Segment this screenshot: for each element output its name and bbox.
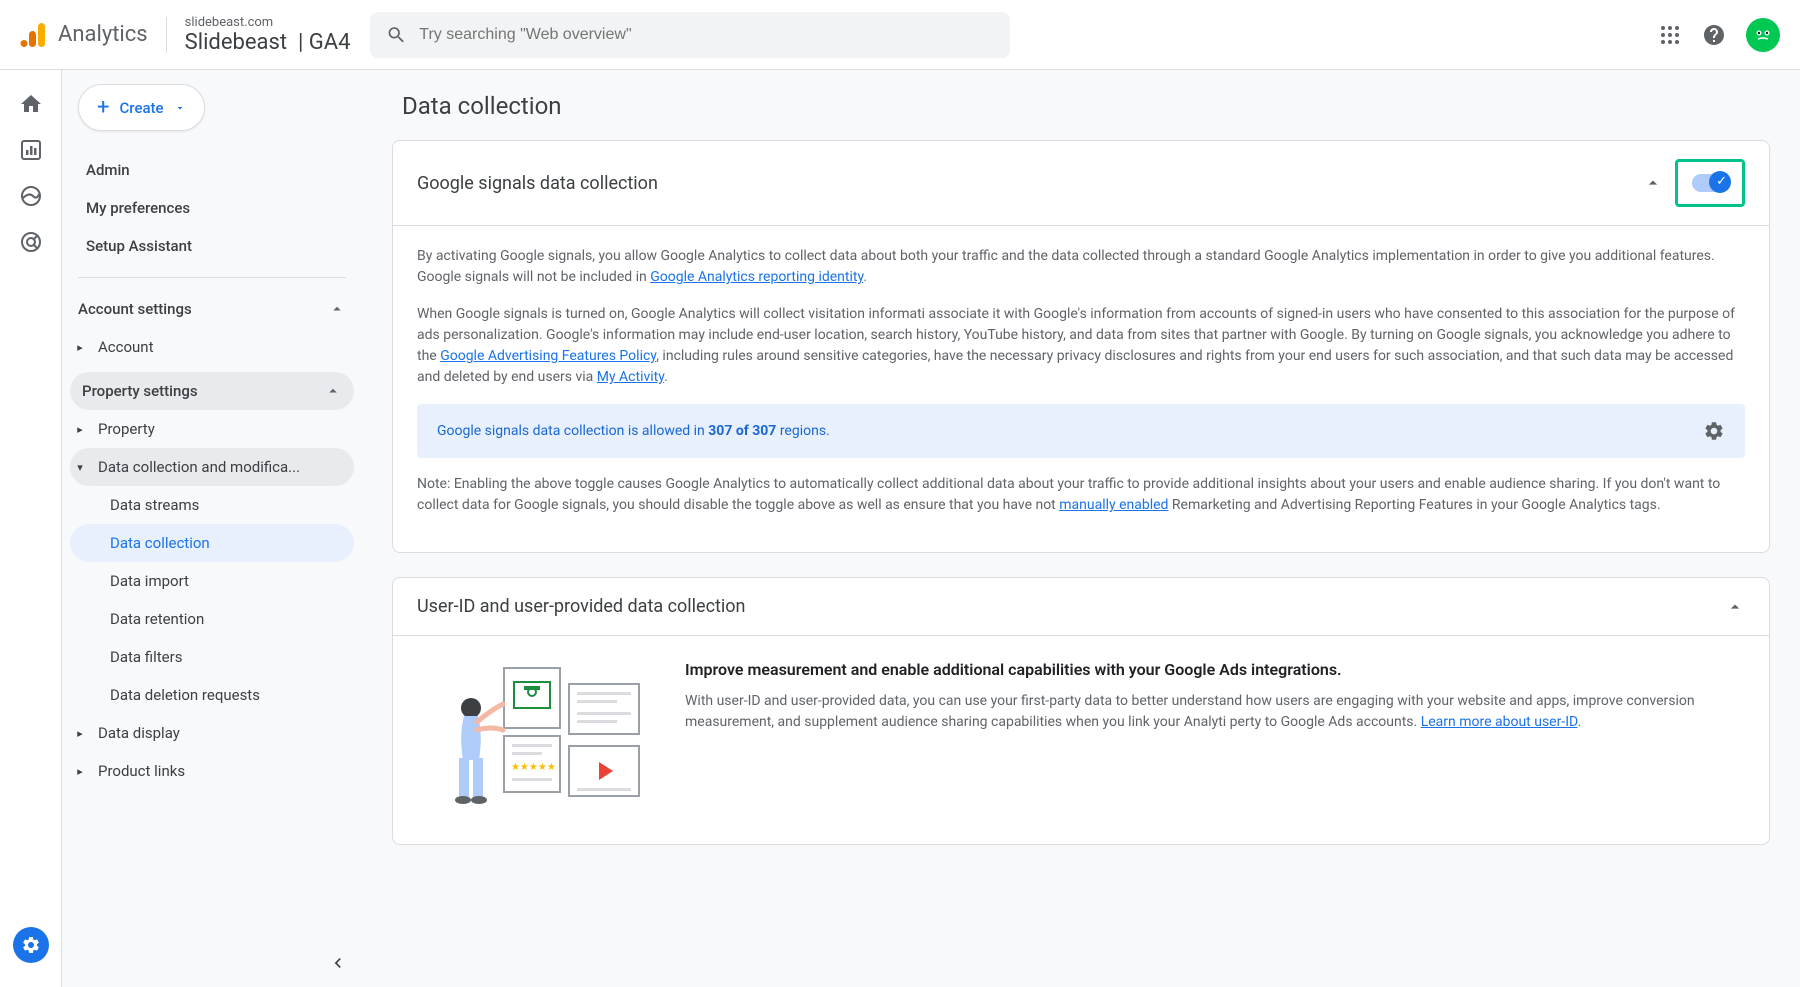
sidebar-data-deletion[interactable]: Data deletion requests <box>70 676 354 714</box>
arrow-right-icon: ▸ <box>70 765 90 778</box>
sidebar-divider <box>78 277 346 278</box>
product-name: Analytics <box>58 22 148 47</box>
search-box[interactable] <box>370 12 1010 58</box>
search-icon <box>386 24 407 46</box>
arrow-down-icon: ▾ <box>70 461 90 474</box>
sidebar-data-retention[interactable]: Data retention <box>70 600 354 638</box>
logo-section[interactable]: Analytics <box>20 21 148 49</box>
reports-icon[interactable] <box>19 138 43 162</box>
analytics-logo-icon <box>20 21 48 49</box>
arrow-right-icon: ▸ <box>70 727 90 740</box>
user-id-heading: Improve measurement and enable additiona… <box>685 660 1733 679</box>
google-signals-card: Google signals data collection ✓ By acti… <box>392 140 1770 553</box>
manually-enabled-link[interactable]: manually enabled <box>1059 497 1168 513</box>
sidebar-data-collection-group[interactable]: ▾ Data collection and modifica... <box>70 448 354 486</box>
sidebar-data-filters[interactable]: Data filters <box>70 638 354 676</box>
card-paragraph: Note: Enabling the above toggle causes G… <box>417 474 1745 516</box>
advertising-policy-link[interactable]: Google Advertising Features Policy <box>440 348 656 364</box>
property-selector[interactable]: slidebeast.com Slidebeast | GA4 <box>185 15 351 55</box>
sidebar-property[interactable]: ▸ Property <box>70 410 354 448</box>
my-activity-link[interactable]: My Activity <box>597 369 664 385</box>
card-header[interactable]: Google signals data collection ✓ <box>393 141 1769 226</box>
apps-icon[interactable] <box>1658 23 1682 47</box>
explore-icon[interactable] <box>19 184 43 208</box>
plus-icon: + <box>97 95 109 120</box>
app-header: Analytics slidebeast.com Slidebeast | GA… <box>0 0 1800 70</box>
chevron-up-icon <box>1725 597 1745 617</box>
chevron-up-icon <box>324 382 342 400</box>
google-signals-toggle[interactable]: ✓ <box>1692 174 1728 192</box>
sidebar-setup-assistant[interactable]: Setup Assistant <box>78 227 346 265</box>
card-paragraph: By activating Google signals, you allow … <box>417 246 1745 288</box>
help-icon[interactable] <box>1702 23 1726 47</box>
toggle-highlight-frame: ✓ <box>1675 159 1745 207</box>
create-label: Create <box>119 99 163 117</box>
sidebar-my-preferences[interactable]: My preferences <box>78 189 346 227</box>
arrow-right-icon: ▸ <box>70 341 90 354</box>
account-settings-header[interactable]: Account settings <box>70 290 354 328</box>
chevron-down-icon <box>174 102 186 114</box>
gear-icon[interactable] <box>1703 420 1725 442</box>
user-avatar[interactable] <box>1746 18 1780 52</box>
learn-more-user-id-link[interactable]: Learn more about user-ID <box>1421 714 1578 730</box>
user-id-illustration: ★★★★★ <box>429 660 649 820</box>
arrow-right-icon: ▸ <box>70 423 90 436</box>
svg-text:★★★★★: ★★★★★ <box>511 762 556 773</box>
header-divider <box>166 17 167 53</box>
home-icon[interactable] <box>19 92 43 116</box>
left-nav-rail <box>0 70 62 987</box>
property-settings-header[interactable]: Property settings <box>70 372 354 410</box>
admin-settings-button[interactable] <box>13 927 49 963</box>
card-header[interactable]: User-ID and user-provided data collectio… <box>393 578 1769 636</box>
user-id-paragraph: With user-ID and user-provided data, you… <box>685 691 1733 733</box>
chevron-up-icon <box>328 300 346 318</box>
check-icon: ✓ <box>1716 174 1727 189</box>
sidebar-account[interactable]: ▸ Account <box>70 328 354 366</box>
card-paragraph: When Google signals is turned on, Google… <box>417 304 1745 388</box>
user-id-card: User-ID and user-provided data collectio… <box>392 577 1770 845</box>
sidebar-product-links[interactable]: ▸ Product links <box>70 752 354 790</box>
search-input[interactable] <box>419 26 994 44</box>
sidebar-data-collection[interactable]: Data collection <box>70 524 354 562</box>
page-title: Data collection <box>402 92 1770 120</box>
banner-text: Google signals data collection is allowe… <box>437 423 830 439</box>
card-title: Google signals data collection <box>417 173 1643 194</box>
create-button[interactable]: + Create <box>78 84 205 131</box>
advertising-icon[interactable] <box>19 230 43 254</box>
property-domain: slidebeast.com <box>185 15 351 30</box>
sidebar-data-display[interactable]: ▸ Data display <box>70 714 354 752</box>
property-name: Slidebeast | GA4 <box>185 30 351 55</box>
card-title: User-ID and user-provided data collectio… <box>417 596 1725 617</box>
collapse-sidebar-button[interactable] <box>328 953 348 973</box>
reporting-identity-link[interactable]: Google Analytics reporting identity <box>650 269 863 285</box>
sidebar-admin[interactable]: Admin <box>78 151 346 189</box>
admin-sidebar: + Create Admin My preferences Setup Assi… <box>62 70 362 987</box>
regions-banner: Google signals data collection is allowe… <box>417 404 1745 458</box>
main-content: Data collection Google signals data coll… <box>362 70 1800 987</box>
chevron-up-icon <box>1643 173 1663 193</box>
sidebar-data-import[interactable]: Data import <box>70 562 354 600</box>
sidebar-data-streams[interactable]: Data streams <box>70 486 354 524</box>
